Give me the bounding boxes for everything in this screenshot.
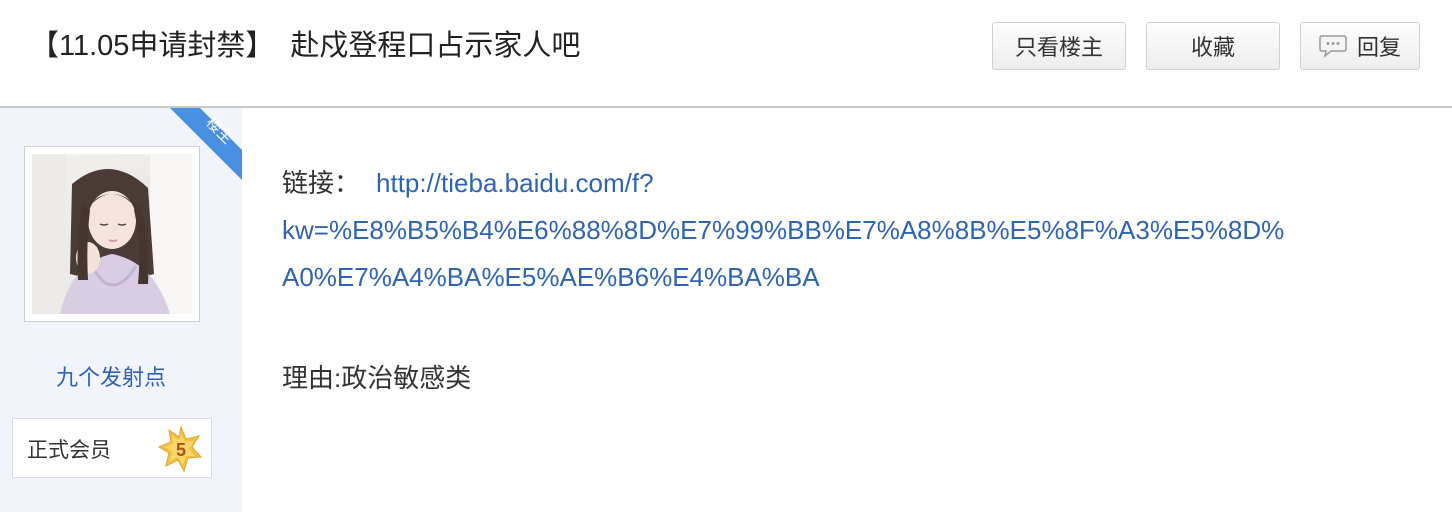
post-link-url-part3[interactable]: A0%E7%A4%BA%E5%AE%B6%E4%BA%BA <box>282 262 820 292</box>
post-content: 链接： http://tieba.baidu.com/f? kw=%E8%B5%B4… <box>282 160 1422 398</box>
star-badge-icon: 5 <box>157 425 203 473</box>
thread-title: 【11.05申请封禁】 赴戍登程口占示家人吧 <box>30 26 580 66</box>
reply-button-label: 回复 <box>1356 35 1401 60</box>
post-link-url-part2[interactable]: kw=%E8%B5%B4%E6%88%8D%E7%99%BB%E7%A8%8B%… <box>282 215 1284 245</box>
post-reason: 理由:政治敏感类 <box>282 363 472 393</box>
speech-bubble-icon <box>1319 35 1347 58</box>
level-number: 5 <box>176 440 186 460</box>
post-link-block: 链接： http://tieba.baidu.com/f? kw=%E8%B5%B4… <box>282 160 1422 301</box>
only-lz-button[interactable]: 只看楼主 <box>992 22 1126 70</box>
thread-title-prefix: 【11.05申请封禁】 <box>30 30 275 62</box>
thread-title-main: 赴戍登程口占示家人吧 <box>290 30 581 62</box>
author-username[interactable]: 九个发射点 <box>0 360 222 392</box>
only-lz-button-label: 只看楼主 <box>1014 35 1103 60</box>
link-label: 链接： <box>282 168 361 198</box>
favorite-button[interactable]: 收藏 <box>1146 22 1280 70</box>
member-label: 正式会员 <box>27 439 111 462</box>
thread-header: 【11.05申请封禁】 赴戍登程口占示家人吧 只看楼主 收藏 回复 <box>0 0 1452 108</box>
reply-button[interactable]: 回复 <box>1300 22 1420 70</box>
post-link-url-part1[interactable]: http://tieba.baidu.com/f? <box>376 168 654 198</box>
member-level-box: 正式会员 5 <box>12 418 212 478</box>
avatar-image <box>32 154 192 314</box>
favorite-button-label: 收藏 <box>1190 35 1235 60</box>
post-page: 【11.05申请封禁】 赴戍登程口占示家人吧 只看楼主 收藏 回复 楼主 九个发… <box>0 0 1452 512</box>
avatar[interactable] <box>24 146 200 322</box>
